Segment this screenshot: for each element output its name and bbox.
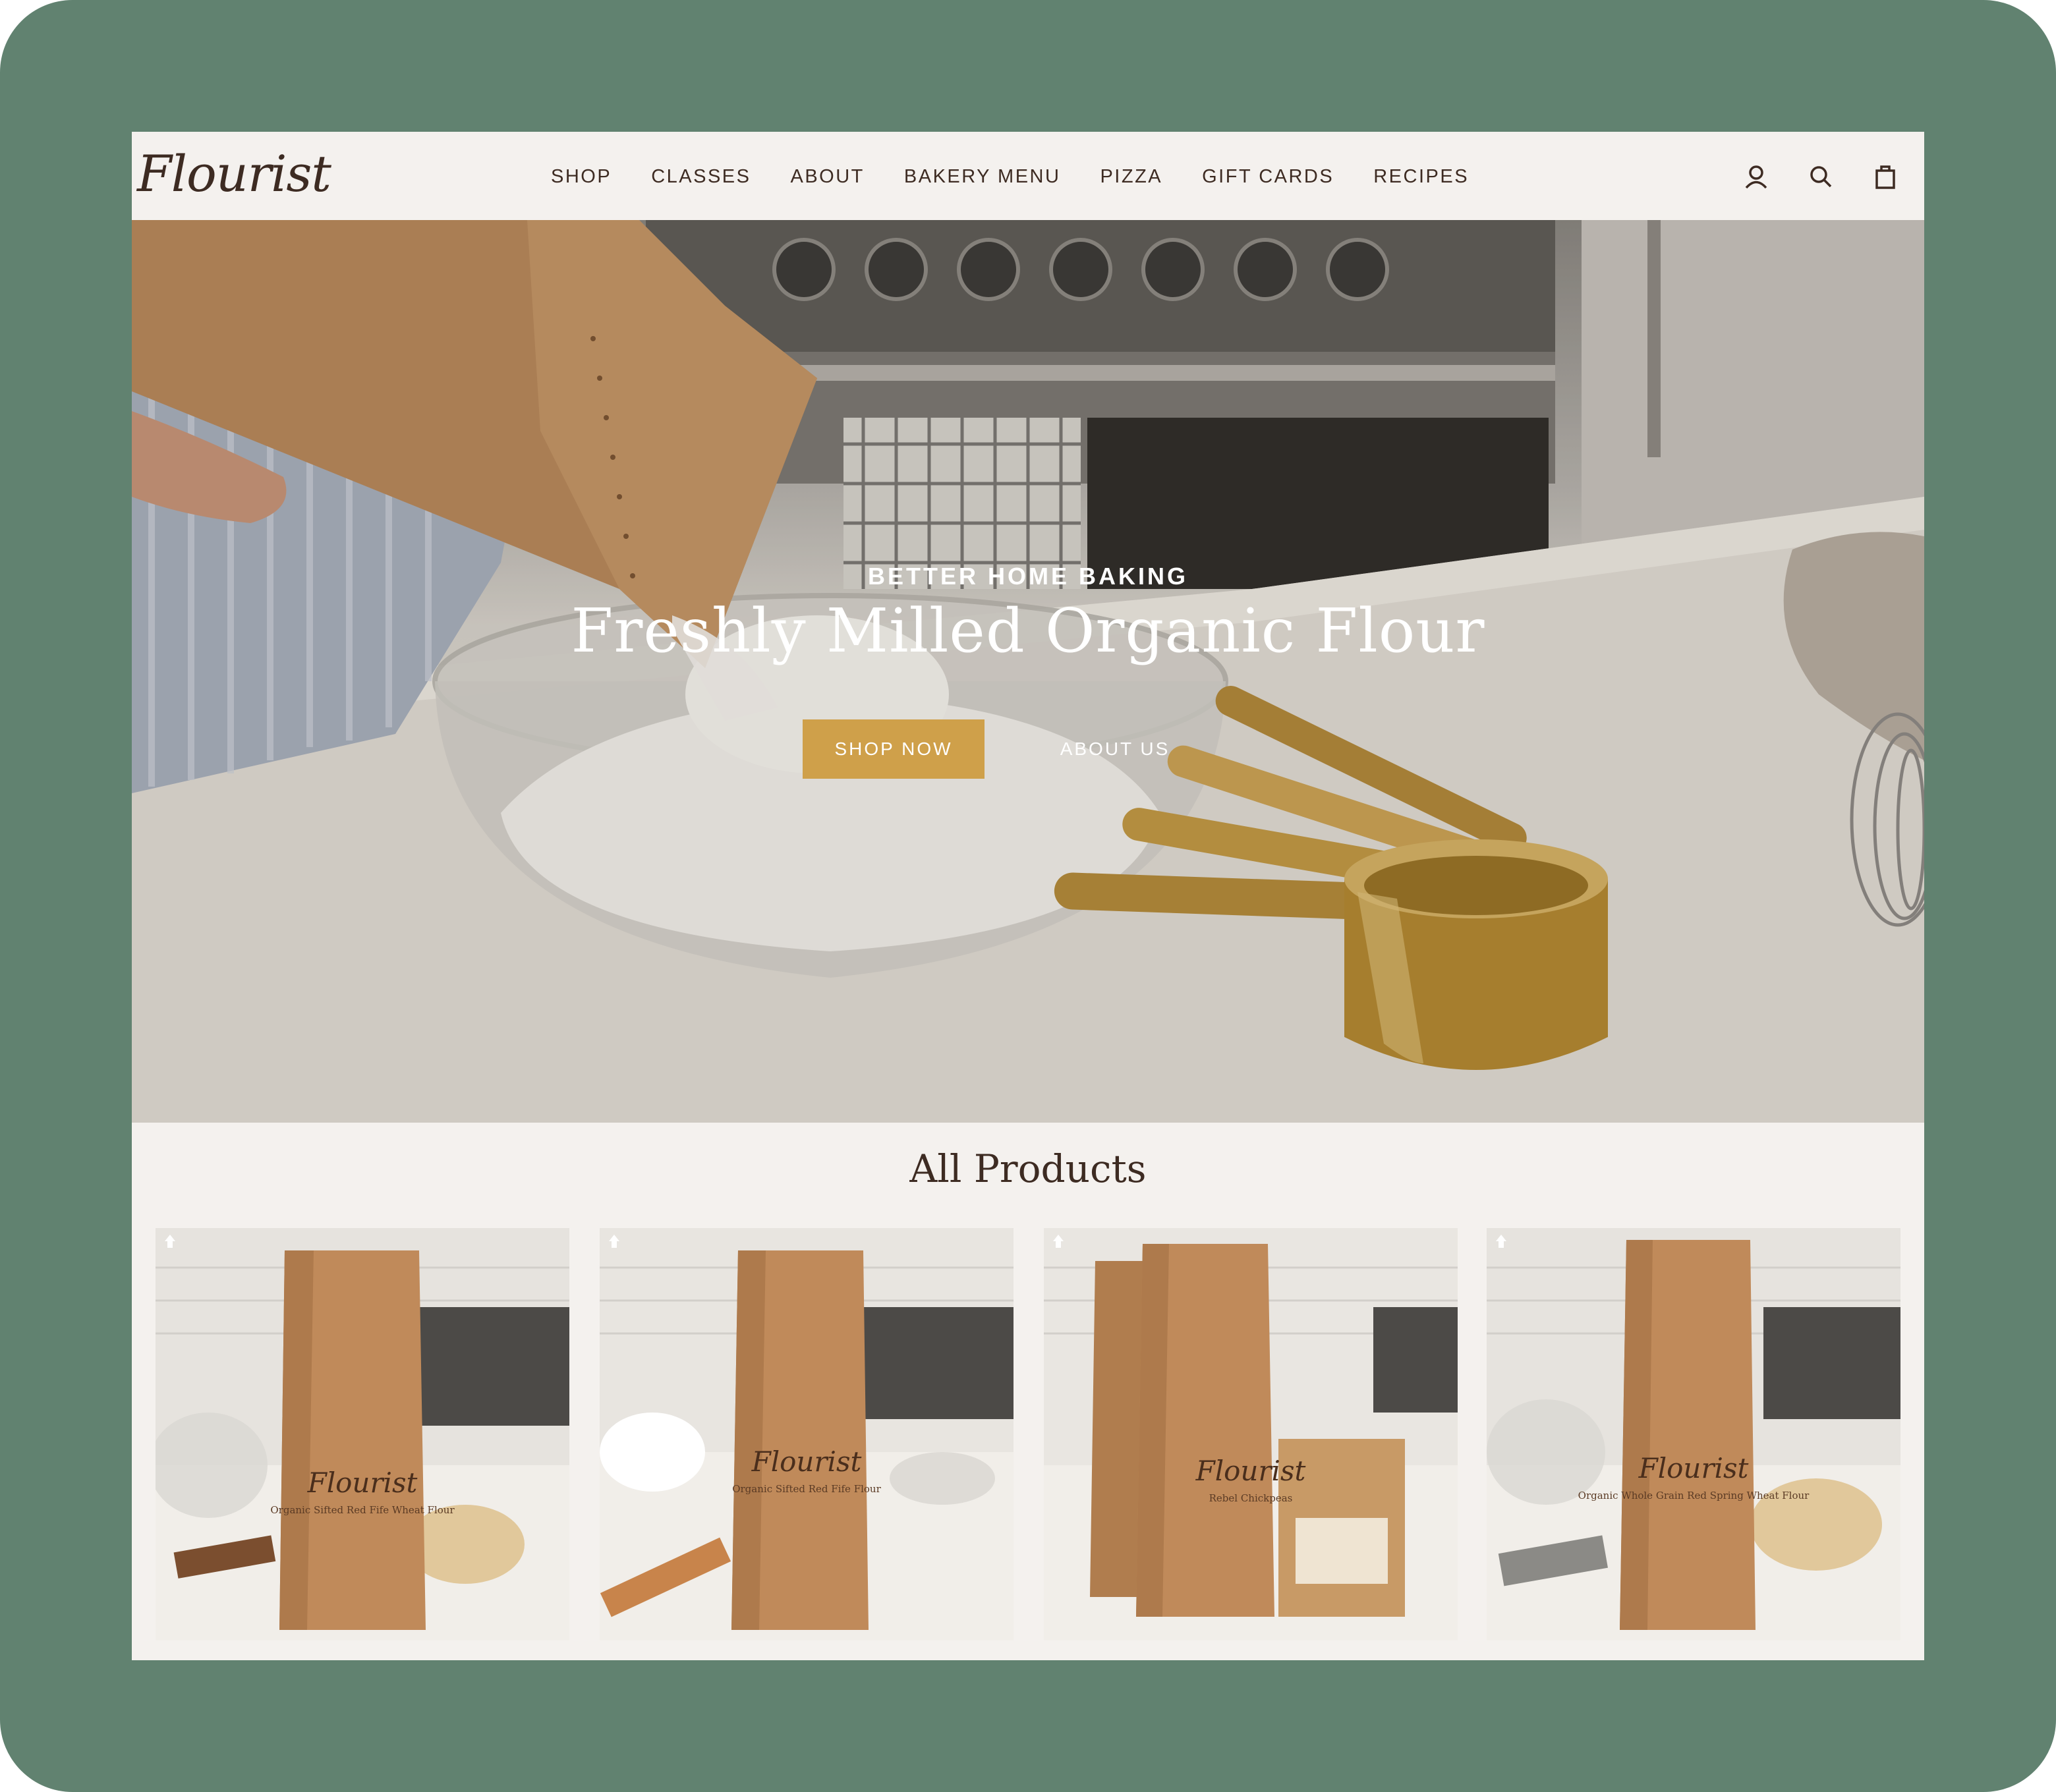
shop-now-button[interactable]: SHOP NOW <box>803 719 985 779</box>
products-heading: All Products <box>909 1146 1147 1191</box>
about-us-button[interactable]: ABOUT US <box>1023 719 1207 779</box>
account-icon[interactable] <box>1738 158 1775 195</box>
product-image <box>1044 1228 1458 1640</box>
product-name: Organic Whole Grain Red Spring Wheat Flo… <box>1578 1490 1810 1501</box>
hero-banner: BETTER HOME BAKING Freshly Milled Organi… <box>132 220 1924 1123</box>
product-image <box>600 1228 1014 1640</box>
product-name: Organic Sifted Red Fife Flour <box>732 1483 881 1495</box>
nav-item-shop[interactable]: SHOP <box>551 158 612 195</box>
product-brand: Flourist <box>1638 1452 1749 1484</box>
site-header: Flourist SHOP CLASSES ABOUT BAKERY MENU … <box>132 132 1924 220</box>
product-name: Organic Sifted Red Fife Wheat Flour <box>270 1504 455 1516</box>
product-card[interactable]: Flourist Rebel Chickpeas <box>1044 1228 1458 1640</box>
product-image <box>1487 1228 1900 1640</box>
hero-kicker: BETTER HOME BAKING <box>868 563 1188 590</box>
product-brand: Flourist <box>307 1467 418 1499</box>
hero-title: Freshly Milled Organic Flour <box>571 596 1485 666</box>
nav-item-about[interactable]: ABOUT <box>790 158 864 195</box>
product-card[interactable]: Flourist Organic Whole Grain Red Spring … <box>1487 1228 1900 1640</box>
product-card[interactable]: Flourist Organic Sifted Red Fife Wheat F… <box>156 1228 569 1640</box>
product-card[interactable]: Flourist Organic Sifted Red Fife Flour <box>600 1228 1014 1640</box>
nav-item-classes[interactable]: CLASSES <box>651 158 751 195</box>
nav-item-recipes[interactable]: RECIPES <box>1373 158 1469 195</box>
search-icon[interactable] <box>1802 158 1839 195</box>
product-brand: Flourist <box>1195 1455 1306 1487</box>
brand-logo[interactable]: Flourist <box>137 141 331 207</box>
product-image <box>156 1228 569 1640</box>
cart-icon[interactable] <box>1867 158 1904 195</box>
product-brand: Flourist <box>751 1445 862 1478</box>
nav-item-pizza[interactable]: PIZZA <box>1100 158 1162 195</box>
hero-overlay <box>132 220 1924 1123</box>
nav-item-bakery-menu[interactable]: BAKERY MENU <box>904 158 1061 195</box>
product-name: Rebel Chickpeas <box>1209 1492 1293 1504</box>
nav-item-gift-cards[interactable]: GIFT CARDS <box>1202 158 1334 195</box>
website: Flourist SHOP CLASSES ABOUT BAKERY MENU … <box>132 132 1924 1660</box>
main-nav: SHOP CLASSES ABOUT BAKERY MENU PIZZA GIF… <box>551 158 1508 195</box>
